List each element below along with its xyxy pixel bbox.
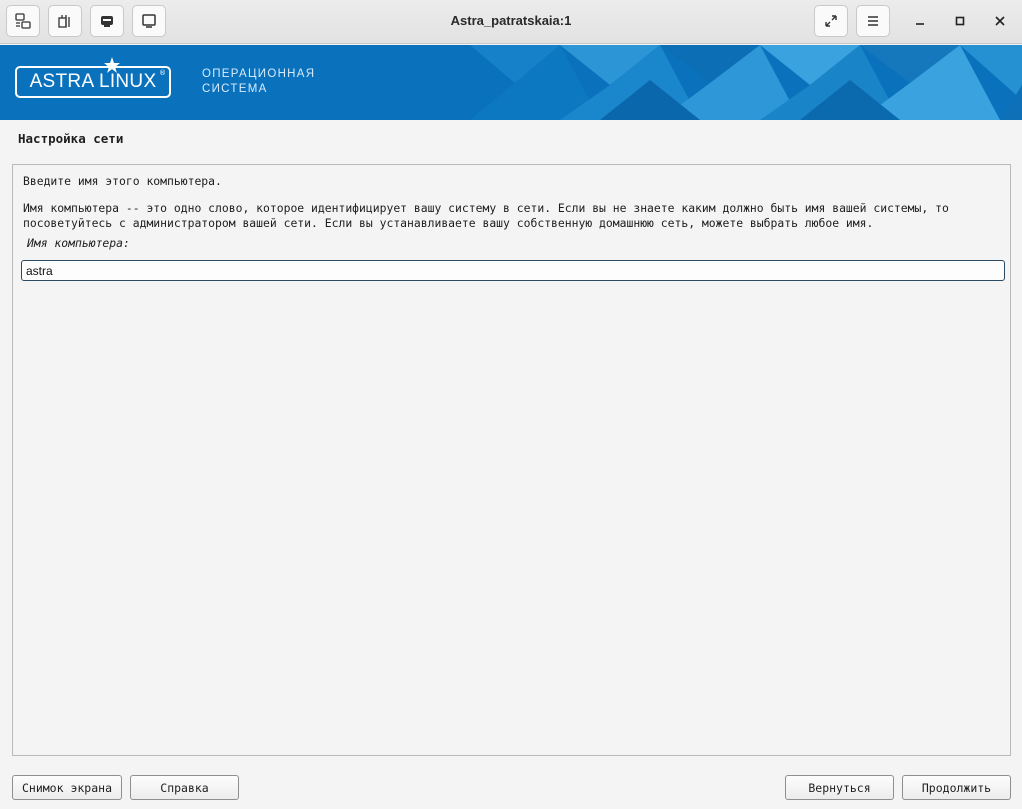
minimize-button[interactable] (903, 5, 937, 37)
prompt-text: Введите имя этого компьютера. (23, 174, 222, 188)
close-button[interactable] (983, 5, 1017, 37)
hostname-input[interactable] (21, 260, 1005, 281)
logo-text: ASTRA LINUX (29, 71, 157, 92)
os-caption: ОПЕРАЦИОННАЯ СИСТЕМА (202, 67, 315, 97)
astra-logo: ASTRA LINUX ® (15, 57, 171, 98)
window-titlebar: Astra_patratskaia:1 (0, 0, 1022, 44)
fullscreen-icon[interactable] (814, 5, 848, 37)
maximize-icon (955, 16, 965, 26)
hostname-label: Имя компьютера: (27, 236, 130, 250)
astra-banner: ASTRA LINUX ® ОПЕРАЦИОННАЯ СИСТЕМА (0, 45, 1022, 120)
page-title: Настройка сети (18, 131, 124, 146)
os-caption-line1: ОПЕРАЦИОННАЯ (202, 68, 316, 80)
screenshot-button[interactable]: Снимок экрана (12, 775, 122, 800)
description-text: Имя компьютера -- это одно слово, которо… (23, 201, 949, 230)
content-panel: Введите имя этого компьютера. Имя компью… (12, 164, 1011, 756)
close-icon (995, 16, 1005, 26)
logo-registered-mark: ® (159, 69, 166, 77)
help-button[interactable]: Справка (130, 775, 239, 800)
os-caption-line2: СИСТЕМА (202, 83, 268, 95)
continue-button[interactable]: Продолжить (902, 775, 1011, 800)
back-button[interactable]: Вернуться (785, 775, 894, 800)
minimize-icon (916, 23, 924, 25)
menu-icon[interactable] (856, 5, 890, 37)
star-icon (104, 57, 120, 73)
maximize-button[interactable] (943, 5, 977, 37)
